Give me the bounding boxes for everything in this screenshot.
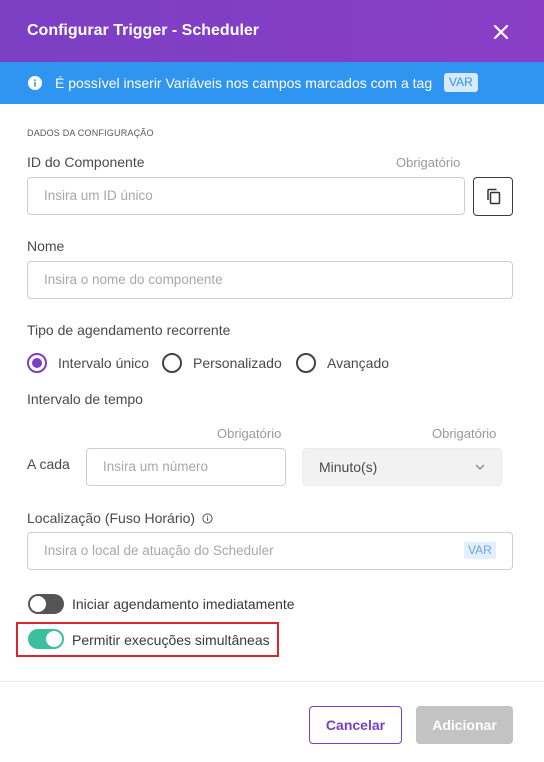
radio-label-avancado: Avançado	[327, 355, 390, 371]
cancel-button[interactable]: Cancelar	[309, 706, 402, 744]
component-id-input[interactable]: Insira um ID único	[27, 177, 465, 215]
var-tag: VAR	[444, 73, 478, 92]
interval-number-input[interactable]: Insira um número	[86, 448, 286, 486]
add-button[interactable]: Adicionar	[416, 706, 513, 744]
section-label: DADOS DA CONFIGURAÇÃO	[27, 128, 154, 138]
radio-avancado[interactable]	[296, 353, 316, 373]
location-label: Localização (Fuso Horário)	[27, 510, 213, 526]
interval-label: Intervalo de tempo	[27, 391, 143, 407]
name-input[interactable]: Insira o nome do componente	[27, 261, 513, 299]
component-id-label: ID do Componente	[27, 154, 145, 170]
chevron-down-icon	[475, 464, 485, 470]
schedule-type-label: Tipo de agendamento recorrente	[27, 322, 231, 338]
location-label-text: Localização (Fuso Horário)	[27, 510, 196, 526]
interval-unit-required: Obrigatório	[432, 426, 497, 441]
highlight-box	[16, 622, 279, 657]
start-immediately-label: Iniciar agendamento imediatamente	[72, 596, 295, 612]
copy-icon	[487, 188, 501, 205]
modal-title: Configurar Trigger - Scheduler	[27, 22, 260, 39]
interval-unit-value: Minuto(s)	[319, 459, 378, 475]
location-var-tag: VAR	[464, 542, 496, 559]
footer-divider	[0, 681, 544, 682]
radio-label-personalizado: Personalizado	[193, 355, 282, 371]
component-id-required: Obrigatório	[396, 155, 461, 170]
interval-unit-select[interactable]: Minuto(s)	[302, 448, 502, 486]
radio-intervalo-unico[interactable]	[27, 353, 47, 373]
copy-button[interactable]	[473, 177, 513, 216]
radio-personalizado[interactable]	[162, 353, 182, 373]
modal-header: Configurar Trigger - Scheduler	[0, 0, 544, 62]
interval-number-required: Obrigatório	[217, 426, 282, 441]
location-input[interactable]: Insira o local de atuação do Scheduler	[27, 532, 513, 570]
radio-label-intervalo-unico: Intervalo único	[58, 355, 150, 371]
close-icon[interactable]	[490, 21, 512, 43]
info-icon	[28, 76, 42, 90]
name-label: Nome	[27, 238, 65, 254]
start-immediately-toggle[interactable]	[28, 594, 64, 614]
every-label: A cada	[27, 456, 70, 472]
info-banner: É possível inserir Variáveis nos campos …	[0, 62, 544, 104]
info-circle-icon[interactable]	[202, 513, 213, 524]
info-banner-text: É possível inserir Variáveis nos campos …	[55, 75, 433, 91]
